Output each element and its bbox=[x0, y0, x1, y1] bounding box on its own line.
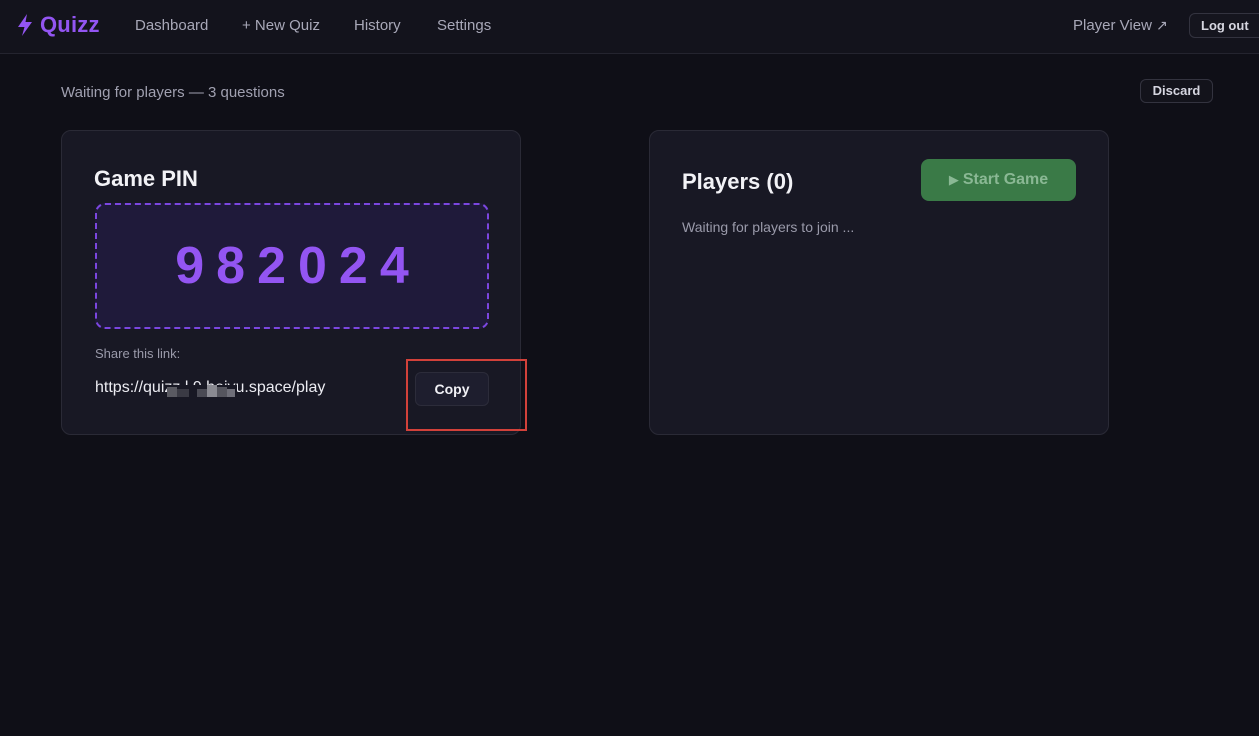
game-pin-card: Game PIN 982024 Share this link: https:/… bbox=[61, 130, 521, 435]
top-navbar: Quizz Dashboard + New Quiz History Setti… bbox=[0, 0, 1259, 54]
app-name: Quizz bbox=[40, 12, 100, 37]
logout-button[interactable]: Log out bbox=[1189, 13, 1259, 38]
copy-link-button[interactable]: Copy bbox=[415, 372, 489, 406]
nav-new-quiz[interactable]: + New Quiz bbox=[242, 17, 320, 34]
lightning-icon bbox=[18, 14, 32, 36]
game-status-text: Waiting for players — 3 questions bbox=[61, 84, 285, 101]
start-game-button[interactable]: ▶ Start Game bbox=[921, 159, 1076, 201]
play-icon: ▶ bbox=[948, 172, 959, 187]
logo[interactable]: Quizz bbox=[15, 12, 100, 38]
nav-history[interactable]: History bbox=[354, 17, 401, 34]
discard-button[interactable]: Discard bbox=[1140, 79, 1213, 103]
player-view-label: Player View bbox=[1073, 17, 1152, 34]
share-label: Share this link: bbox=[95, 346, 181, 361]
nav-settings[interactable]: Settings bbox=[437, 17, 491, 34]
nav-dashboard[interactable]: Dashboard bbox=[135, 17, 208, 34]
redacted-mosaic bbox=[167, 385, 237, 399]
share-link[interactable]: https://quizz.l 9.heiyu.space/play bbox=[95, 379, 408, 401]
game-pin-title: Game PIN bbox=[94, 166, 198, 191]
players-title: Players (0) bbox=[682, 169, 794, 194]
pin-value: 982024 bbox=[175, 237, 421, 295]
external-arrow-icon: ↗ bbox=[1155, 17, 1168, 33]
players-card: Players (0) ▶ Start Game Waiting for pla… bbox=[649, 130, 1109, 435]
start-game-label: Start Game bbox=[962, 171, 1049, 188]
pin-display: 982024 bbox=[95, 203, 489, 329]
player-view-link[interactable]: Player View ↗ bbox=[1073, 17, 1168, 34]
players-waiting-text: Waiting for players to join ... bbox=[682, 219, 855, 235]
